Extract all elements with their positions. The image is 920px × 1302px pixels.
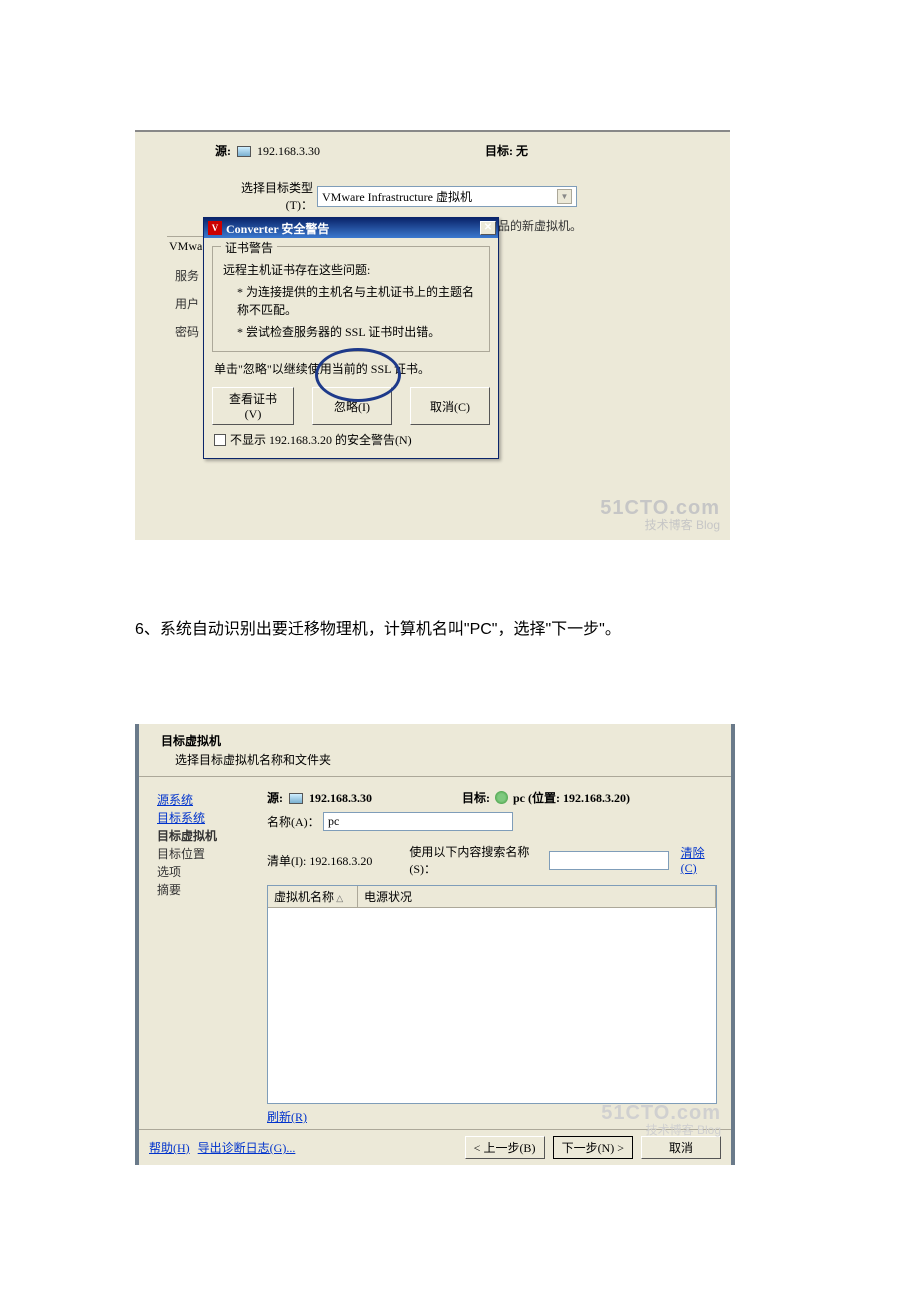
nav-source-system[interactable]: 源系统 [157, 791, 253, 809]
side-labels: 服务 用户 密码 [175, 262, 199, 346]
wizard-footer: 帮助(H) 导出诊断日志(G)... < 上一步(B) 下一步(N) > 取消 [139, 1129, 731, 1165]
nav-target-system[interactable]: 目标系统 [157, 809, 253, 827]
wizard-title: 目标虚拟机 [161, 732, 731, 749]
converter-dialog-screenshot: 源: 192.168.3.30 目标: 无 选择目标类型(T)： VMware … [135, 130, 730, 540]
wizard-subtitle: 选择目标虚拟机名称和文件夹 [161, 751, 731, 768]
next-button[interactable]: 下一步(N) > [553, 1136, 633, 1159]
cancel-button-2[interactable]: 取消 [641, 1136, 721, 1159]
col-vm-name[interactable]: 虚拟机名称 [268, 886, 358, 907]
export-log-link[interactable]: 导出诊断日志(G)... [198, 1139, 296, 1156]
wizard-header: 目标虚拟机 选择目标虚拟机名称和文件夹 [139, 724, 731, 777]
vmware-fieldset-fragment: VMwa [167, 236, 203, 254]
cancel-button[interactable]: 取消(C) [410, 387, 490, 425]
target-type-label: 选择目标类型(T)： [215, 179, 317, 213]
list-label: 清单(I): 192.168.3.20 [267, 852, 403, 869]
src-ip2: 192.168.3.30 [309, 791, 372, 805]
view-cert-button[interactable]: 查看证书(V) [212, 387, 294, 425]
back-button[interactable]: < 上一步(B) [465, 1136, 545, 1159]
search-input[interactable] [549, 851, 669, 870]
watermark: 51CTO.com 技术博客 Blog [600, 497, 720, 532]
step-6-text: 6、系统自动识别出要迁移物理机，计算机名叫"PC"，选择"下一步"。 [135, 615, 920, 639]
source-label: 源: [215, 144, 231, 158]
dropdown-value: VMware Infrastructure 虚拟机 [322, 188, 472, 205]
clear-link[interactable]: 清除(C) [681, 844, 717, 876]
dialog-titlebar[interactable]: V Converter 安全警告 ✕ [204, 218, 498, 238]
security-warning-dialog: V Converter 安全警告 ✕ 证书警告 远程主机证书存在这些问题: * … [203, 217, 499, 459]
nav-target-location: 目标位置 [157, 845, 253, 863]
refresh-link[interactable]: 刷新(R) [267, 1110, 307, 1124]
globe-icon [495, 791, 508, 804]
suppress-label: 不显示 192.168.3.20 的安全警告(N) [230, 431, 412, 448]
target-label: 目标: 无 [485, 142, 528, 159]
continue-hint: 单击"忽略"以继续使用当前的 SSL 证书。 [214, 360, 488, 377]
group-title: 证书警告 [221, 239, 277, 256]
wizard-nav: 源系统 目标系统 目标虚拟机 目标位置 选项 摘要 [139, 777, 259, 1129]
monitor-icon [237, 146, 251, 157]
target-type-dropdown[interactable]: VMware Infrastructure 虚拟机 ▼ [317, 186, 577, 207]
dialog-title: Converter 安全警告 [226, 220, 329, 237]
monitor-icon [289, 793, 303, 804]
ignore-button[interactable]: 忽略(I) [312, 387, 392, 425]
source-ip: 192.168.3.30 [257, 144, 320, 158]
suppress-checkbox[interactable] [214, 434, 226, 446]
name-label: 名称(A)： [267, 813, 323, 830]
help-link[interactable]: 帮助(H) [149, 1139, 190, 1156]
vm-table[interactable]: 虚拟机名称 电源状况 [267, 885, 717, 1104]
vm-name-input[interactable] [323, 812, 513, 831]
src-label2: 源: [267, 791, 283, 805]
tgt-label2: 目标: [462, 791, 490, 805]
col-power[interactable]: 电源状况 [358, 886, 716, 907]
search-label: 使用以下内容搜索名称(S)： [409, 843, 542, 877]
vmware-icon: V [208, 221, 222, 235]
nav-target-vm: 目标虚拟机 [157, 827, 253, 845]
tgt-val2: pc (位置: 192.168.3.20) [513, 791, 630, 805]
chevron-down-icon: ▼ [557, 189, 572, 204]
close-icon[interactable]: ✕ [480, 221, 496, 235]
nav-summary: 摘要 [157, 881, 253, 899]
warn-line1: 远程主机证书存在这些问题: [223, 261, 479, 279]
target-vm-wizard: 目标虚拟机 选择目标虚拟机名称和文件夹 源系统 目标系统 目标虚拟机 目标位置 … [135, 724, 735, 1165]
warn-line2: * 为连接提供的主机名与主机证书上的主题名称不匹配。 [223, 283, 479, 319]
nav-options: 选项 [157, 863, 253, 881]
cert-warning-group: 证书警告 远程主机证书存在这些问题: * 为连接提供的主机名与主机证书上的主题名… [212, 246, 490, 352]
warn-line3: * 尝试检查服务器的 SSL 证书时出错。 [223, 323, 479, 341]
